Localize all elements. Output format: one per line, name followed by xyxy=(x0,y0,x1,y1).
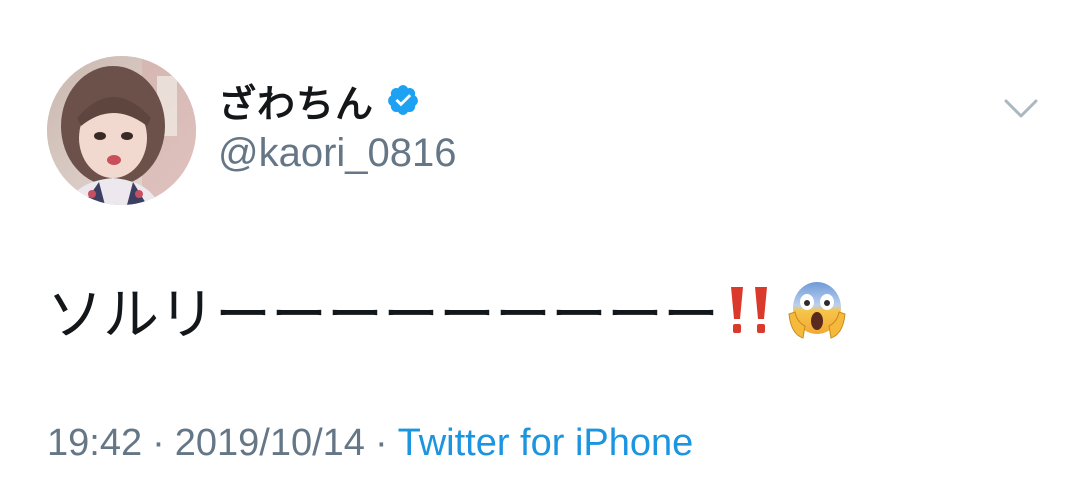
display-name[interactable]: ざわちん xyxy=(218,73,374,128)
chevron-down-icon[interactable] xyxy=(1003,96,1039,122)
tweet-source-link[interactable]: Twitter for iPhone xyxy=(398,422,694,465)
tweet-metadata: 19:42 · 2019/10/14 · Twitter for iPhone xyxy=(47,418,693,468)
avatar-photo-icon xyxy=(47,56,196,205)
verified-badge-icon xyxy=(388,85,418,115)
tweet-time[interactable]: 19:42 xyxy=(47,422,142,465)
meta-separator: · xyxy=(374,421,388,464)
user-handle[interactable]: @kaori_0816 xyxy=(218,131,457,176)
avatar[interactable] xyxy=(47,56,196,205)
tweet-date[interactable]: 2019/10/14 xyxy=(175,422,365,465)
tweet-text-content: ソルリーーーーーーーーー xyxy=(47,282,719,348)
tweet-card: ざわちん @kaori_0816 ソルリーーーーーーーーー 19:42 · 20… xyxy=(0,0,1080,480)
tweet-text: ソルリーーーーーーーーー xyxy=(47,270,849,350)
meta-separator: · xyxy=(152,421,165,464)
user-name-row[interactable]: ざわちん xyxy=(218,76,420,126)
face-screaming-in-fear-icon xyxy=(788,282,846,339)
double-exclamation-icon xyxy=(731,287,767,333)
